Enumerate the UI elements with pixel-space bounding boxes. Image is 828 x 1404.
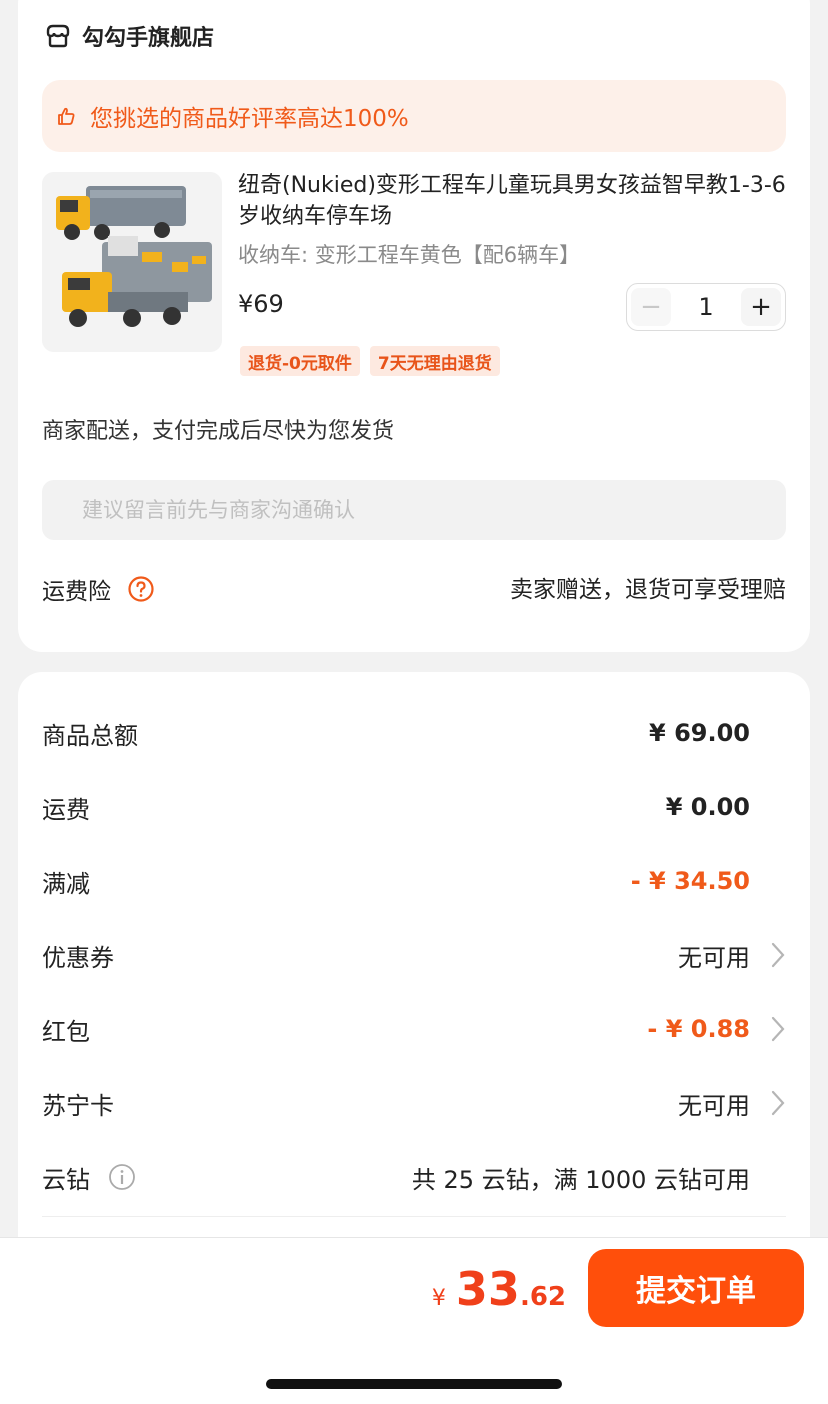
decrease-button[interactable]: −: [631, 288, 671, 326]
summary-row-cloud-diamond: 云钻 共 25 云钻，满 1000 云钻可用: [42, 1157, 786, 1197]
increase-button[interactable]: +: [741, 288, 781, 326]
total-integer: 33: [455, 1262, 520, 1316]
home-indicator[interactable]: [266, 1379, 562, 1389]
suning-card-label: 苏宁卡: [42, 1091, 114, 1120]
chevron-right-icon: [771, 1090, 785, 1116]
service-tags: 退货-0元取件 7天无理由退货: [240, 346, 500, 376]
summary-row-red-packet[interactable]: 红包 - ¥ 0.88: [42, 1009, 786, 1049]
product-image[interactable]: [42, 172, 222, 352]
red-packet-value: - ¥ 0.88: [647, 1015, 750, 1043]
shipping-insurance-label: 运费险: [42, 572, 155, 606]
summary-row-shipping: 运费 ¥ 0.00: [42, 787, 786, 827]
checkout-bar: ¥ 33 .62 提交订单: [0, 1237, 828, 1404]
chevron-right-icon: [771, 942, 785, 968]
product-illustration: [42, 172, 222, 352]
quantity-stepper: − 1 +: [626, 283, 786, 331]
product-price: ¥69: [238, 290, 284, 318]
divider: [42, 1216, 786, 1217]
red-packet-label: 红包: [42, 1017, 90, 1046]
submit-order-button[interactable]: 提交订单: [588, 1249, 804, 1327]
discount-value: - ¥ 34.50: [630, 867, 750, 895]
shipping-value: ¥ 0.00: [665, 793, 750, 821]
coupon-value: 无可用: [678, 943, 750, 972]
praise-text: 您挑选的商品好评率高达100%: [90, 106, 409, 132]
summary-row-discount: 满减 - ¥ 34.50: [42, 861, 786, 901]
cloud-diamond-value: 共 25 云钻，满 1000 云钻可用: [411, 1165, 750, 1194]
store-name: 勾勾手旗舰店: [82, 26, 215, 51]
praise-banner: 您挑选的商品好评率高达100%: [42, 80, 786, 152]
store-header[interactable]: 勾勾手旗舰店: [44, 20, 214, 52]
quantity-value[interactable]: 1: [698, 293, 713, 321]
shipping-label: 运费: [42, 795, 90, 824]
product-title[interactable]: 纽奇(Nukied)变形工程车儿童玩具男女孩益智早教1-3-6岁收纳车停车场: [238, 170, 788, 232]
chevron-right-icon: [771, 1016, 785, 1042]
return-pickup-tag: 退货-0元取件: [240, 346, 360, 376]
goods-total-value: ¥ 69.00: [649, 719, 750, 747]
store-icon: [46, 24, 70, 48]
seven-day-return-tag: 7天无理由退货: [369, 346, 500, 376]
product-spec[interactable]: 收纳车: 变形工程车黄色【配6辆车】: [238, 239, 788, 269]
cloud-diamond-text: 云钻: [42, 1165, 90, 1194]
thumbs-up-icon: [58, 107, 75, 125]
discount-label: 满减: [42, 869, 90, 898]
summary-row-coupon[interactable]: 优惠券 无可用: [42, 935, 786, 975]
message-input[interactable]: [42, 480, 786, 540]
suning-card-value: 无可用: [678, 1091, 750, 1120]
coupon-label: 优惠券: [42, 943, 114, 972]
shipping-insurance-text: 运费险: [42, 579, 111, 605]
summary-row-goods-total: 商品总额 ¥ 69.00: [42, 713, 786, 753]
order-confirm-page: 勾勾手旗舰店 您挑选的商品好评率高达100% 纽奇(Nukied)变形工程车儿童…: [0, 0, 828, 1404]
help-icon[interactable]: [127, 575, 155, 603]
delivery-info: 商家配送，支付完成后尽快为您发货: [42, 419, 395, 444]
total-decimal: .62: [519, 1282, 566, 1312]
total-currency: ¥: [431, 1286, 446, 1311]
summary-row-suning-card[interactable]: 苏宁卡 无可用: [42, 1083, 786, 1123]
order-total: ¥ 33 .62: [432, 1262, 566, 1316]
store-card: 勾勾手旗舰店 您挑选的商品好评率高达100% 纽奇(Nukied)变形工程车儿童…: [18, 0, 810, 652]
goods-total-label: 商品总额: [42, 721, 138, 750]
info-icon[interactable]: [108, 1163, 136, 1191]
cloud-diamond-label: 云钻: [42, 1160, 136, 1195]
shipping-insurance-value: 卖家赠送，退货可享受理赔: [510, 577, 786, 603]
